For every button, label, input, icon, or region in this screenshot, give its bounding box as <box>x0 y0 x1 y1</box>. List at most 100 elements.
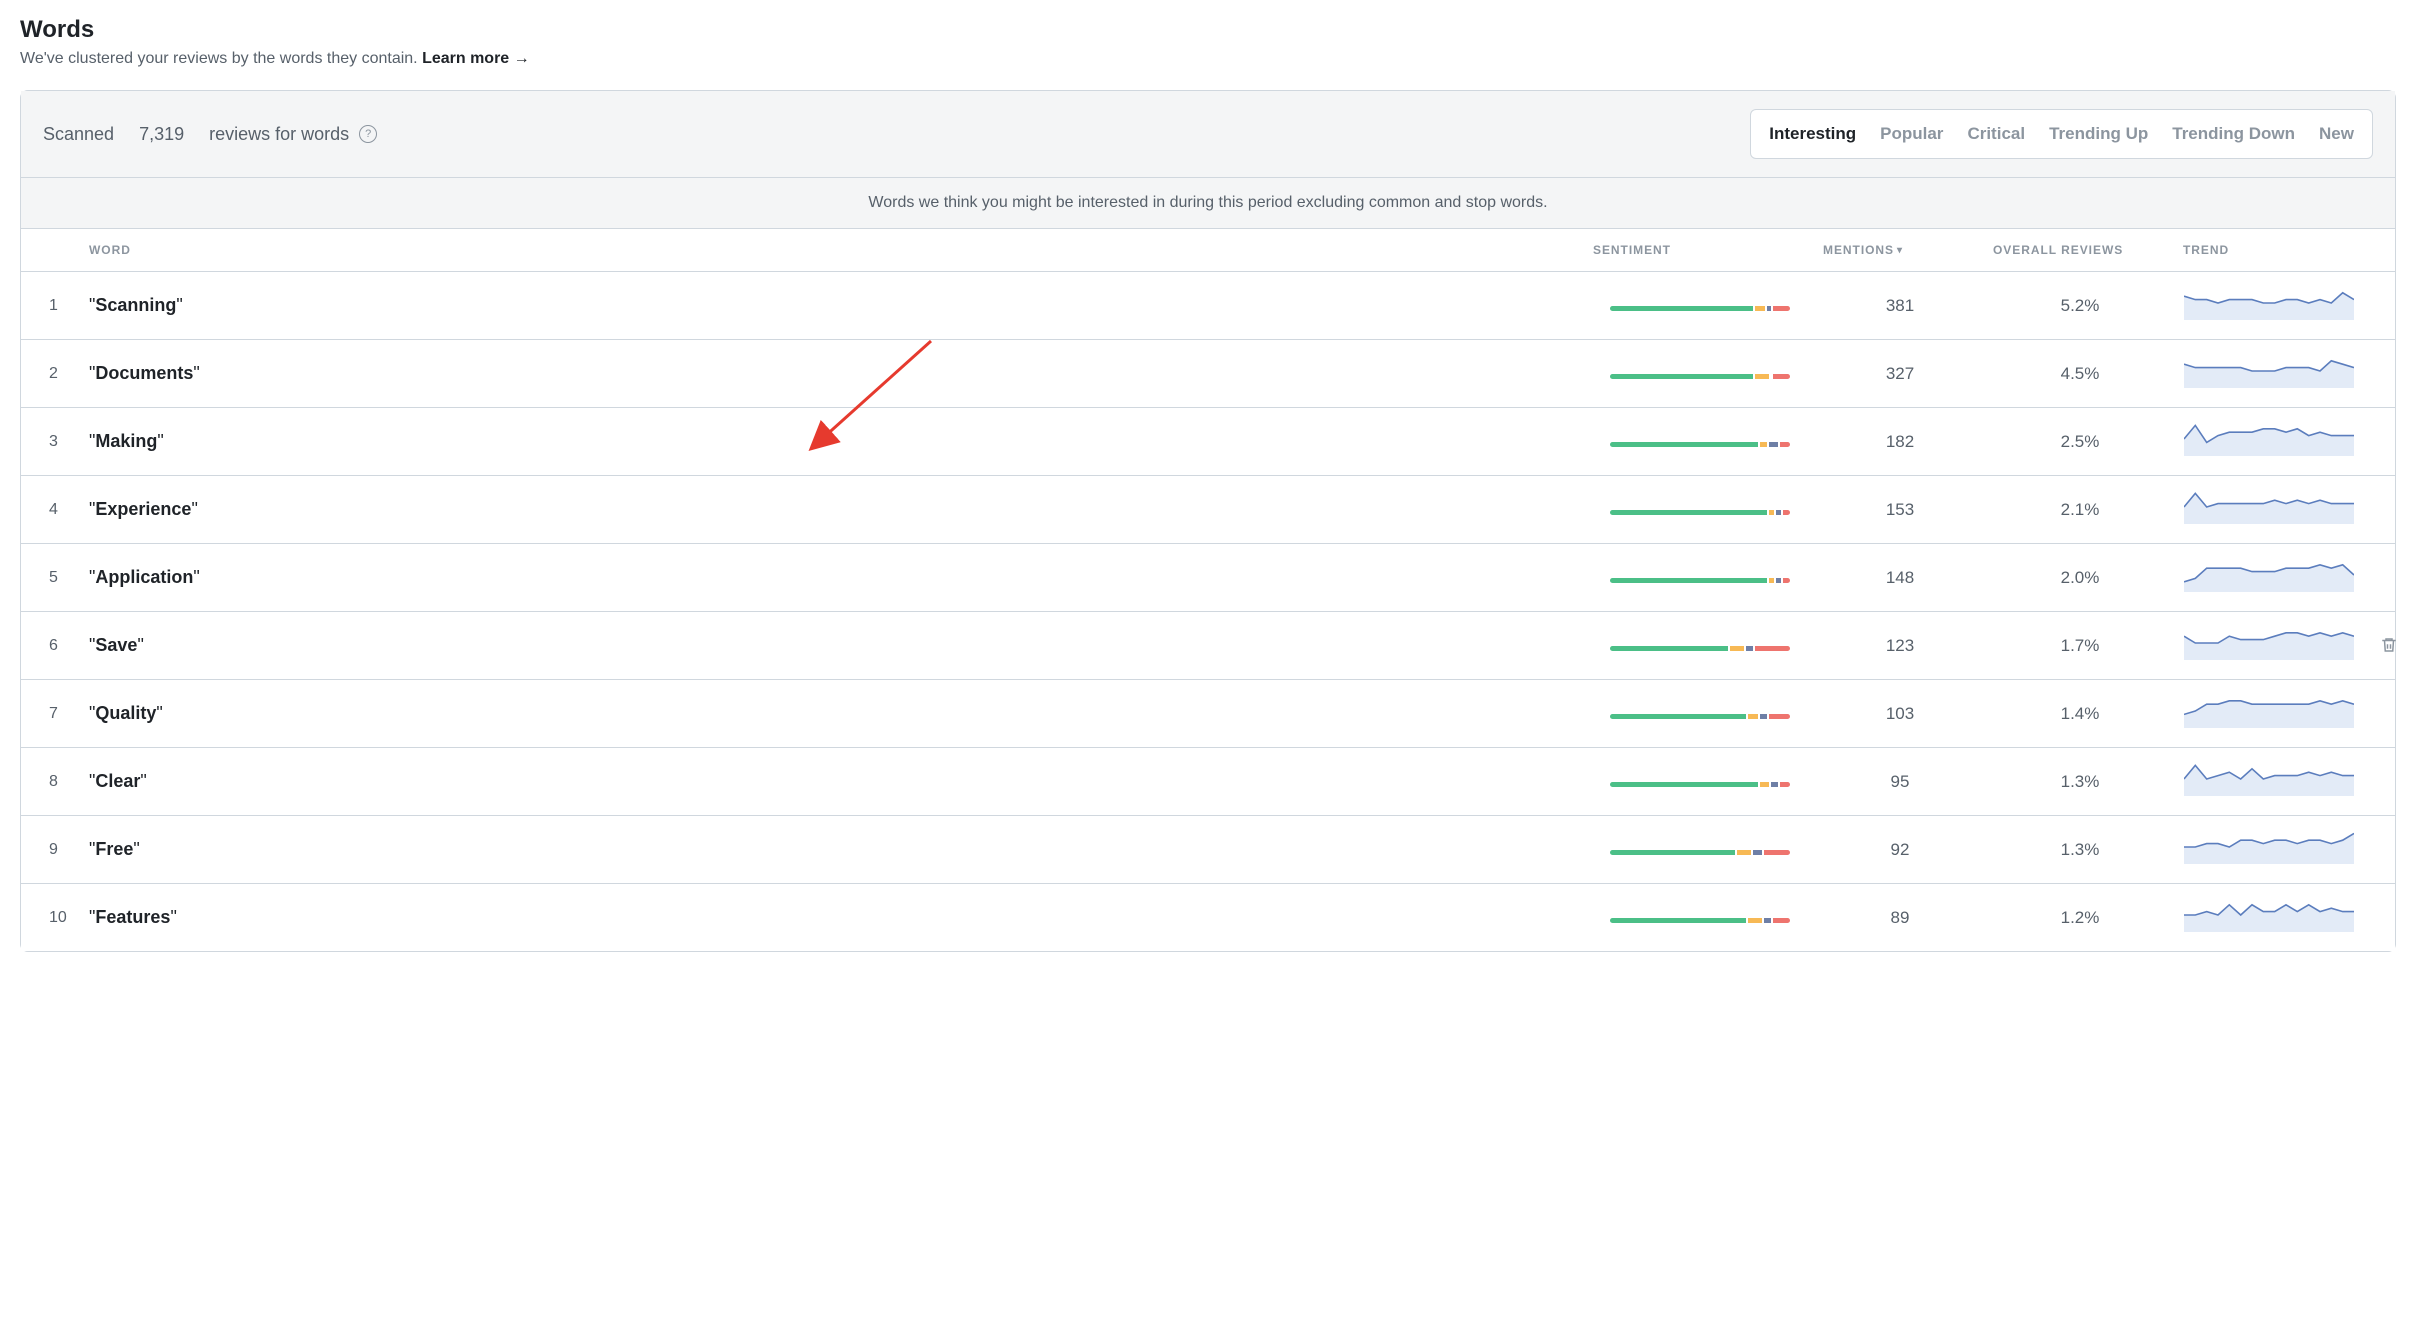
sentiment-bar <box>1610 646 1790 651</box>
row-sentiment <box>1585 408 1815 476</box>
sentiment-bar <box>1610 578 1790 583</box>
table-row[interactable]: 8"Clear" 951.3% <box>21 748 2395 816</box>
learn-more-link[interactable]: Learn more → <box>422 50 530 67</box>
filter-interesting[interactable]: Interesting <box>1757 116 1868 152</box>
trash-icon[interactable] <box>2380 636 2398 654</box>
filter-trending_up[interactable]: Trending Up <box>2037 116 2160 152</box>
row-overall: 2.1% <box>1985 476 2175 544</box>
col-index <box>21 229 81 272</box>
row-word[interactable]: "Features" <box>81 884 1585 952</box>
row-trend <box>2175 612 2395 680</box>
row-mentions: 103 <box>1815 680 1985 748</box>
table-row[interactable]: 1"Scanning" 3815.2% <box>21 272 2395 340</box>
row-mentions: 92 <box>1815 816 1985 884</box>
row-mentions: 89 <box>1815 884 1985 952</box>
scanned-summary: Scanned 7,319 reviews for words ? <box>43 124 377 145</box>
row-overall: 2.0% <box>1985 544 2175 612</box>
row-trend <box>2175 476 2395 544</box>
row-mentions: 95 <box>1815 748 1985 816</box>
help-icon[interactable]: ? <box>359 125 377 143</box>
trend-sparkline <box>2184 490 2354 524</box>
row-sentiment <box>1585 544 1815 612</box>
col-word[interactable]: WORD <box>81 229 1585 272</box>
row-trend <box>2175 884 2395 952</box>
page-title: Words <box>20 16 2396 44</box>
trend-sparkline <box>2184 558 2354 592</box>
trend-sparkline <box>2184 762 2354 796</box>
row-word[interactable]: "Free" <box>81 816 1585 884</box>
row-index: 8 <box>21 748 81 816</box>
row-overall: 2.5% <box>1985 408 2175 476</box>
table-row[interactable]: 7"Quality" 1031.4% <box>21 680 2395 748</box>
row-trend <box>2175 340 2395 408</box>
table-row[interactable]: 6"Save" 1231.7% <box>21 612 2395 680</box>
col-sentiment[interactable]: SENTIMENT <box>1585 229 1815 272</box>
row-index: 3 <box>21 408 81 476</box>
chevron-down-icon: ▾ <box>1897 245 1903 256</box>
sentiment-bar <box>1610 782 1790 787</box>
row-mentions: 327 <box>1815 340 1985 408</box>
col-mentions[interactable]: MENTIONS▾ <box>1815 229 1985 272</box>
row-index: 1 <box>21 272 81 340</box>
row-index: 10 <box>21 884 81 952</box>
row-index: 5 <box>21 544 81 612</box>
row-sentiment <box>1585 476 1815 544</box>
trend-sparkline <box>2184 830 2354 864</box>
sentiment-bar <box>1610 850 1790 855</box>
row-index: 9 <box>21 816 81 884</box>
row-mentions: 381 <box>1815 272 1985 340</box>
row-trend <box>2175 272 2395 340</box>
trend-sparkline <box>2184 422 2354 456</box>
row-word[interactable]: "Experience" <box>81 476 1585 544</box>
filter-trending_dn[interactable]: Trending Down <box>2160 116 2307 152</box>
col-overall[interactable]: OVERALL REVIEWS <box>1985 229 2175 272</box>
table-row[interactable]: 2"Documents"3274.5% <box>21 340 2395 408</box>
filter-new[interactable]: New <box>2307 116 2366 152</box>
sentiment-bar <box>1610 442 1790 447</box>
row-word[interactable]: "Clear" <box>81 748 1585 816</box>
words-panel: Scanned 7,319 reviews for words ? Intere… <box>20 90 2396 952</box>
table-row[interactable]: 9"Free"921.3% <box>21 816 2395 884</box>
row-mentions: 123 <box>1815 612 1985 680</box>
row-overall: 1.2% <box>1985 884 2175 952</box>
row-trend <box>2175 680 2395 748</box>
trend-sparkline <box>2184 694 2354 728</box>
table-row[interactable]: 10"Features" 891.2% <box>21 884 2395 952</box>
sentiment-bar <box>1610 918 1790 923</box>
sentiment-bar <box>1610 374 1790 379</box>
trend-sparkline <box>2184 626 2354 660</box>
sentiment-bar <box>1610 510 1790 515</box>
row-word[interactable]: "Save" <box>81 612 1585 680</box>
row-index: 2 <box>21 340 81 408</box>
row-sentiment <box>1585 748 1815 816</box>
row-trend <box>2175 408 2395 476</box>
filter-popular[interactable]: Popular <box>1868 116 1955 152</box>
row-overall: 1.7% <box>1985 612 2175 680</box>
col-trend[interactable]: TREND <box>2175 229 2395 272</box>
row-trend <box>2175 816 2395 884</box>
row-word[interactable]: "Documents" <box>81 340 1585 408</box>
panel-description: Words we think you might be interested i… <box>21 178 2395 229</box>
row-word[interactable]: "Application" <box>81 544 1585 612</box>
page-subtitle: We've clustered your reviews by the word… <box>20 50 2396 68</box>
row-index: 6 <box>21 612 81 680</box>
filter-critical[interactable]: Critical <box>1955 116 2037 152</box>
trend-sparkline <box>2184 286 2354 320</box>
table-row[interactable]: 5"Application" 1482.0% <box>21 544 2395 612</box>
row-sentiment <box>1585 816 1815 884</box>
row-sentiment <box>1585 680 1815 748</box>
row-word[interactable]: "Scanning" <box>81 272 1585 340</box>
row-mentions: 148 <box>1815 544 1985 612</box>
table-row[interactable]: 4"Experience"1532.1% <box>21 476 2395 544</box>
row-sentiment <box>1585 612 1815 680</box>
scanned-count: 7,319 <box>139 124 184 145</box>
row-index: 7 <box>21 680 81 748</box>
row-overall: 1.4% <box>1985 680 2175 748</box>
table-row[interactable]: 3"Making"1822.5% <box>21 408 2395 476</box>
row-word[interactable]: "Quality" <box>81 680 1585 748</box>
row-overall: 5.2% <box>1985 272 2175 340</box>
row-word[interactable]: "Making" <box>81 408 1585 476</box>
sentiment-bar <box>1610 714 1790 719</box>
row-overall: 1.3% <box>1985 748 2175 816</box>
trend-sparkline <box>2184 354 2354 388</box>
